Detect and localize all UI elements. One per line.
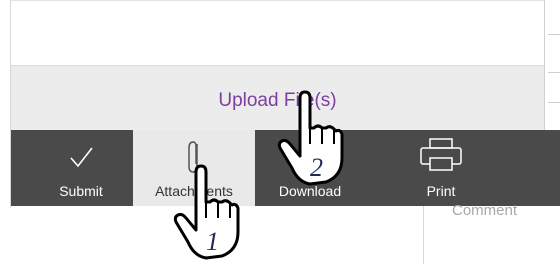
step-number-1: 1 [206,227,219,256]
pointing-hand-icon: 2 [277,90,344,186]
row-divider [548,102,560,103]
printer-icon [420,138,462,171]
row-divider [548,34,560,35]
comment-field-placeholder[interactable]: Comment [452,202,517,219]
print-button[interactable]: Print [403,130,479,206]
step-number-2: 2 [310,153,323,182]
right-divider [544,0,545,130]
checkmark-icon [70,147,93,168]
submit-label: Submit [59,183,103,199]
print-label: Print [426,183,456,199]
comment-divider [423,205,424,264]
row-divider [548,72,560,73]
panel-divider [10,0,545,1]
pointing-hand-icon: 1 [173,164,240,260]
submit-button[interactable]: Submit [43,130,119,206]
